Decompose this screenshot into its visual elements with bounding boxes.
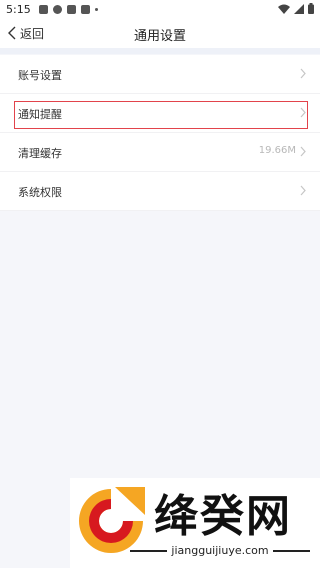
system-icons (278, 3, 314, 14)
menu-item-label: 清理缓存 (18, 147, 62, 160)
chevron-right-icon (300, 68, 306, 79)
divider (130, 549, 168, 552)
bell-icon (52, 4, 62, 14)
a-icon (80, 4, 90, 14)
app-icon (66, 4, 76, 14)
signal-icon (294, 3, 304, 14)
image-icon (38, 4, 48, 14)
watermark-name: 绛癸网 (154, 491, 292, 542)
settings-menu: 账号设置 通知提醒 清理缓存 19.66M 系统权限 (0, 55, 320, 211)
status-time: 5:15 (6, 2, 31, 16)
chevron-right-icon (300, 146, 306, 157)
highlight-box (14, 101, 308, 129)
watermark: 绛癸网 jiangguijiuye.com (70, 478, 320, 568)
menu-item-label: 系统权限 (18, 186, 62, 199)
watermark-url: jiangguijiuye.com (171, 544, 269, 557)
divider (272, 549, 311, 552)
watermark-url-row: jiangguijiuye.com (130, 544, 311, 557)
menu-item-clear-cache[interactable]: 清理缓存 19.66M (0, 133, 320, 172)
menu-item-system-permissions[interactable]: 系统权限 (0, 172, 320, 211)
chevron-right-icon (300, 185, 306, 196)
battery-icon (308, 3, 314, 14)
status-bar: 5:15 (0, 0, 320, 18)
dot-icon (94, 7, 98, 11)
divider (0, 48, 320, 54)
notification-icons (38, 4, 98, 14)
nav-bar: 返回 通用设置 (0, 18, 320, 48)
menu-item-label: 账号设置 (18, 69, 62, 82)
cache-size-value: 19.66M (258, 145, 296, 156)
menu-item-account-settings[interactable]: 账号设置 (0, 55, 320, 94)
page-title: 通用设置 (133, 29, 186, 44)
wifi-icon (278, 4, 290, 14)
